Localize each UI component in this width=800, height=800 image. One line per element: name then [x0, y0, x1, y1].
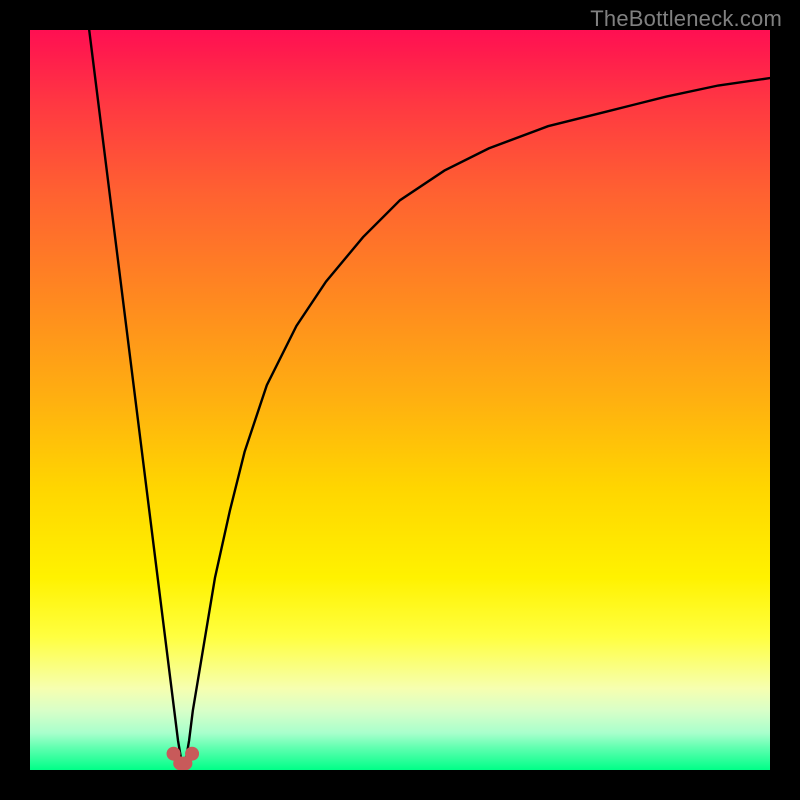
- chart-curve-layer: [30, 30, 770, 770]
- attribution-label: TheBottleneck.com: [590, 6, 782, 32]
- curve-left-branch: [89, 30, 182, 763]
- curve-markers: [167, 747, 200, 770]
- curve-marker: [185, 747, 199, 761]
- chart-plot-area: [30, 30, 770, 770]
- curve-right-branch: [185, 78, 770, 763]
